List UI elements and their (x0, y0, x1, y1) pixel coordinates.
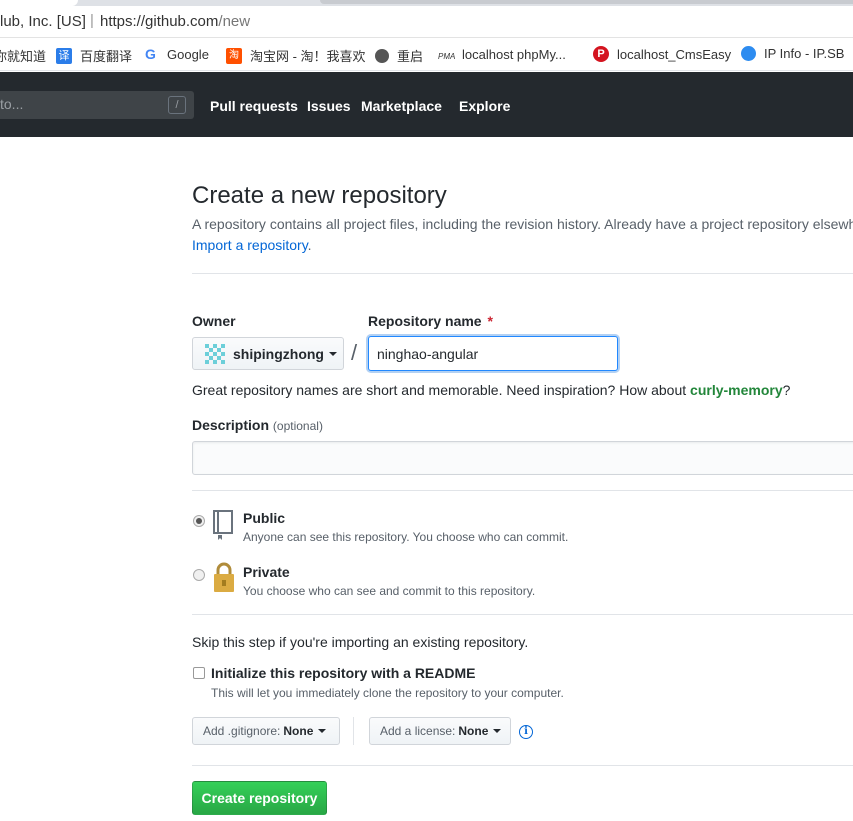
chevron-down-icon (328, 351, 337, 356)
divider (192, 273, 853, 274)
owner-name: shipingzhong (233, 345, 324, 362)
search-input[interactable]: to... / (0, 91, 194, 119)
select-divider (353, 717, 354, 745)
hint-suffix: ? (782, 382, 791, 398)
license-select[interactable]: Add a license: None (369, 717, 511, 745)
private-description: You choose who can see and commit to thi… (243, 584, 536, 598)
repo-name-input[interactable] (368, 336, 618, 371)
repo-book-icon (213, 510, 233, 540)
description-label-text: Description (192, 417, 270, 433)
bookmark-label: localhost phpMy... (462, 46, 566, 62)
baidu-translate-icon: 译 (56, 47, 72, 64)
private-title: Private (243, 564, 290, 580)
inactive-tab[interactable] (320, 0, 853, 4)
p-icon: P (593, 46, 609, 62)
required-mark: * (487, 313, 493, 329)
gitignore-value: None (283, 724, 314, 738)
description-input[interactable] (192, 441, 853, 475)
search-placeholder: to... (0, 96, 24, 112)
url-text[interactable]: https://github.com/new (100, 13, 250, 30)
optional-tag: (optional) (272, 419, 323, 433)
gitignore-select[interactable]: Add .gitignore: None (192, 717, 340, 745)
bookmark-cmseasy[interactable]: P localhost_CmsEasy (593, 46, 731, 62)
identicon-avatar (205, 343, 225, 364)
owner-select[interactable]: shipingzhong (192, 337, 344, 370)
name-hint: Great repository names are short and mem… (192, 382, 790, 398)
bookmark-phpmyadmin[interactable]: PMA localhost phpMy... (438, 46, 566, 62)
bookmark-label: 重启 (397, 49, 424, 64)
globe-icon (375, 48, 389, 63)
bookmark-ipsb[interactable]: IP Info - IP.SB (741, 46, 844, 61)
url-path: /new (218, 13, 251, 30)
page-title: Create a new repository (192, 182, 447, 209)
repo-name-label: Repository name * (368, 313, 493, 329)
bookmark-label: IP Info - IP.SB (764, 46, 845, 61)
init-readme-checkbox[interactable] (193, 667, 205, 679)
create-repository-button[interactable]: Create repository (192, 781, 327, 815)
bookmark-taobao[interactable]: 淘 淘宝网 - 淘！我喜欢 (226, 46, 366, 65)
bookmark-label: localhost_CmsEasy (617, 46, 732, 62)
search-shortcut-key: / (168, 96, 186, 114)
divider (192, 490, 853, 491)
public-radio[interactable] (193, 515, 205, 527)
divider (192, 614, 853, 615)
nav-issues[interactable]: Issues (307, 98, 351, 114)
bookmark-restart[interactable]: 重启 (375, 46, 423, 65)
site-identity: lub, Inc. [US] (0, 13, 86, 30)
hint-text: Great repository names are short and mem… (192, 382, 691, 398)
owner-label: Owner (192, 313, 236, 329)
public-description: Anyone can see this repository. You choo… (243, 530, 569, 544)
import-repo-row: Import a repository. (192, 237, 312, 253)
private-radio[interactable] (193, 569, 205, 581)
init-readme-note: This will let you immediately clone the … (211, 686, 564, 700)
name-suggestion-link[interactable]: curly-memory (690, 382, 783, 398)
skip-note: Skip this step if you're importing an ex… (192, 634, 529, 650)
chevron-down-icon (493, 729, 502, 733)
phpmyadmin-icon: PMA (438, 52, 456, 61)
page-subtitle: A repository contains all project files,… (192, 216, 853, 232)
gitignore-label: Add .gitignore: (203, 724, 281, 738)
bookmark-label: Google (167, 46, 209, 62)
taobao-icon: 淘 (226, 47, 242, 64)
license-value: None (458, 724, 489, 738)
bookmarks-bar: 你就知道 译 百度翻译 G Google 淘 淘宝网 - 淘！我喜欢 重启 PM… (0, 38, 853, 71)
description-label: Description (optional) (192, 417, 323, 433)
divider (192, 765, 853, 766)
github-header: to... / Pull requests Issues Marketplace… (0, 72, 853, 137)
address-separator: | (90, 12, 94, 29)
nav-explore[interactable]: Explore (459, 98, 510, 114)
bookmark-google[interactable]: G Google (145, 46, 209, 62)
owner-repo-separator: / (351, 340, 358, 365)
bookmark-label: 你就知道 (0, 49, 47, 64)
info-icon[interactable]: i (519, 725, 533, 739)
import-period: . (307, 237, 312, 253)
bookmark-label: 淘宝网 - 淘！我喜欢 (250, 49, 366, 64)
ipsb-icon (741, 46, 756, 61)
nav-marketplace[interactable]: Marketplace (361, 98, 442, 114)
google-icon: G (145, 46, 156, 62)
license-label: Add a license: (380, 724, 456, 738)
bookmark-0[interactable]: 你就知道 (0, 46, 46, 65)
address-bar[interactable]: lub, Inc. [US] | https://github.com/new (0, 6, 853, 38)
init-readme-label[interactable]: Initialize this repository with a README (211, 665, 475, 681)
import-repo-link[interactable]: Import a repository (192, 237, 308, 253)
public-title: Public (243, 510, 286, 526)
url-host: https://github.com (100, 13, 219, 30)
lock-icon (214, 562, 234, 592)
bookmark-baidu-translate[interactable]: 译 百度翻译 (56, 46, 132, 65)
repo-name-label-text: Repository name (368, 313, 482, 329)
nav-pull-requests[interactable]: Pull requests (210, 98, 298, 114)
chevron-down-icon (318, 729, 327, 733)
bookmark-label: 百度翻译 (80, 49, 133, 64)
